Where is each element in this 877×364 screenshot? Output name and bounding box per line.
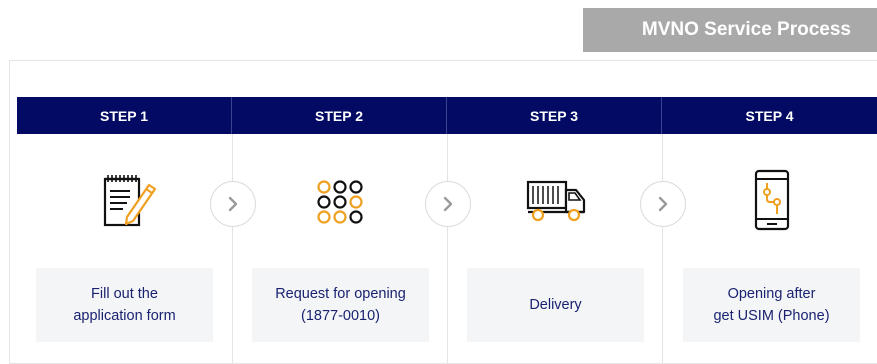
step-divider	[662, 134, 663, 364]
step-1-label: STEP 1	[17, 97, 232, 134]
step-4-line-2: get USIM (Phone)	[713, 308, 830, 324]
step-1-description: Fill out the application form	[36, 268, 213, 342]
step-1-line-1: Fill out the	[91, 286, 158, 302]
next-step-arrow	[640, 181, 686, 227]
steps-header: STEP 1 STEP 2 STEP 3 STEP 4	[17, 97, 877, 134]
chevron-right-icon	[228, 196, 238, 212]
next-step-arrow	[425, 181, 471, 227]
step-4-label: STEP 4	[745, 107, 794, 124]
step-3-line-1: Delivery	[529, 297, 582, 313]
step-4-line-1: Opening after	[727, 286, 816, 302]
section-title: MVNO Service Process	[583, 8, 877, 52]
next-step-arrow	[210, 181, 256, 227]
chevron-right-icon	[658, 196, 668, 212]
step-3-description: Delivery	[467, 268, 644, 342]
application-form-icon	[94, 166, 164, 236]
chevron-right-icon	[443, 196, 453, 212]
step-4-description: Opening after get USIM (Phone)	[683, 268, 860, 342]
step-divider	[447, 134, 448, 364]
step-3-label: STEP 3	[447, 97, 662, 134]
step-divider	[232, 134, 233, 364]
step-2-description: Request for opening (1877-0010)	[252, 268, 429, 342]
step-1-line-2: application form	[73, 308, 176, 324]
step-2-line-2: (1877-0010)	[301, 308, 380, 324]
phone-usim-icon	[737, 166, 807, 236]
keypad-icon	[305, 166, 375, 236]
delivery-truck-icon	[522, 166, 592, 236]
step-2-line-1: Request for opening	[275, 286, 406, 302]
step-2-label: STEP 2	[232, 97, 447, 134]
